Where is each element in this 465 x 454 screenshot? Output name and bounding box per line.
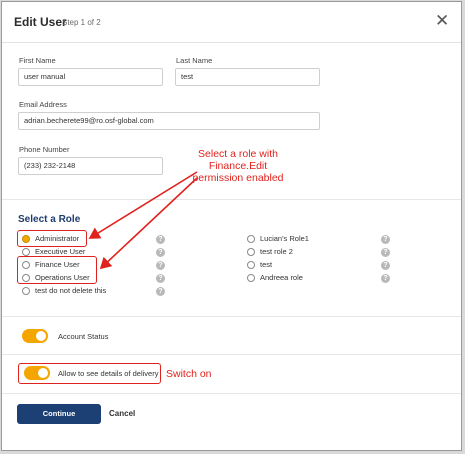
edit-user-dialog: Edit User Step 1 of 2 ✕ First Name user …: [1, 1, 462, 451]
annotation-role-note: Select a role with Finance.Edit permissi…: [192, 148, 284, 184]
annotation-switch-note: Switch on: [166, 368, 212, 380]
annotation-line: permission enabled: [192, 172, 284, 184]
annotation-line: Select a role with: [198, 148, 278, 160]
annotation-arrows: [88, 171, 198, 270]
annotation-line: Finance.Edit: [208, 160, 268, 172]
